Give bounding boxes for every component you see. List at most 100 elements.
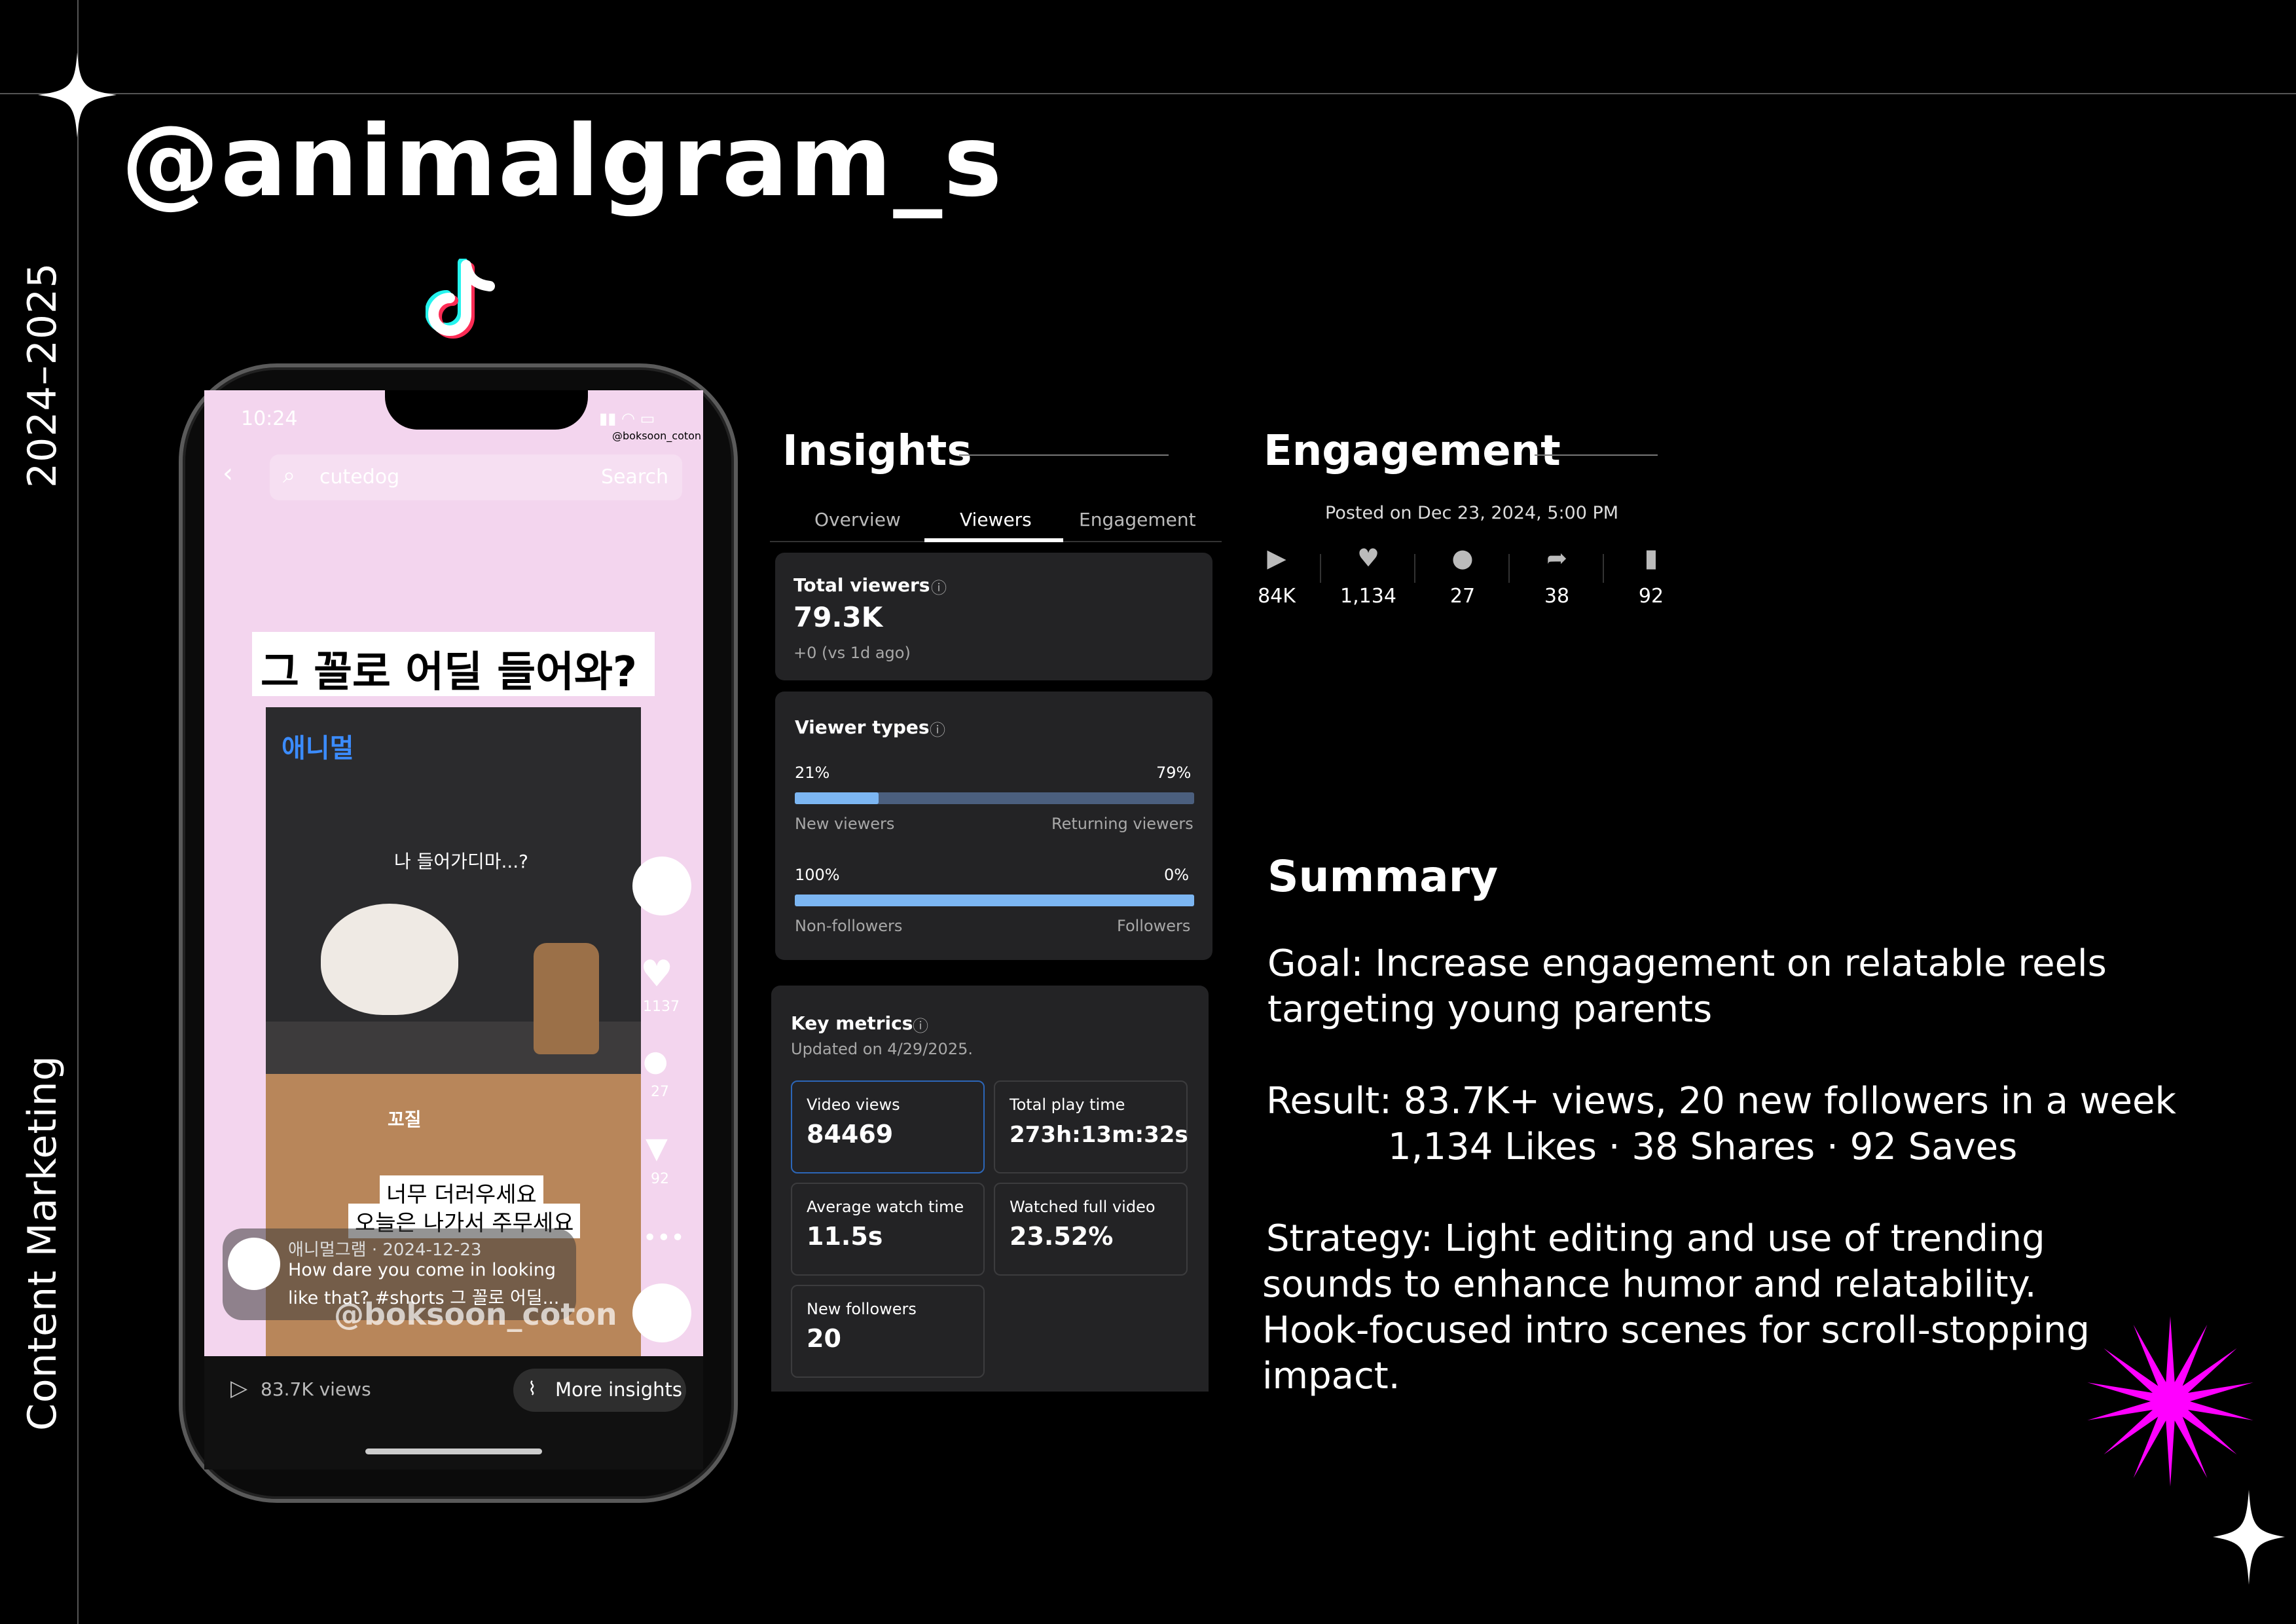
watermark-small: @boksoon_coton xyxy=(612,430,702,442)
music-disc[interactable] xyxy=(632,1283,691,1342)
summary-goal-2: targeting young parents xyxy=(1267,988,1713,1031)
watermark-big: @boksoon_coton xyxy=(334,1297,617,1332)
search-button[interactable]: Search xyxy=(601,466,668,489)
non-followers-bar xyxy=(795,895,1194,906)
total-viewers-label: Total viewers xyxy=(793,574,930,596)
back-icon[interactable]: ‹ xyxy=(223,458,233,489)
caption-meta: 애니멀그램 · 2024-12-23 xyxy=(288,1240,482,1260)
stat-divider xyxy=(1508,554,1510,583)
non-followers-pct: 100% xyxy=(795,866,840,884)
info-icon[interactable]: ⓘ xyxy=(931,575,947,598)
channel-logo: 애니멀 xyxy=(282,733,354,764)
years-label: 2024–2025 xyxy=(20,262,65,488)
search-icon: ⌕ xyxy=(283,462,296,489)
metric-label: Watched full video xyxy=(1010,1198,1156,1216)
more-icon[interactable]: ••• xyxy=(643,1225,685,1251)
dog-image xyxy=(321,904,458,1015)
metric-value: 20 xyxy=(807,1324,841,1353)
comment-icon: ● xyxy=(1451,544,1474,572)
total-viewers-delta: +0 (vs 1d ago) xyxy=(793,644,911,662)
play-icon: ▶ xyxy=(1267,544,1286,572)
engagement-rule xyxy=(1535,454,1658,456)
returning-viewers-label: Returning viewers xyxy=(1051,815,1194,833)
stat-divider xyxy=(1414,554,1415,583)
side-saves: 92 xyxy=(651,1171,669,1187)
new-viewers-label: New viewers xyxy=(795,815,895,833)
summary-result-2: 1,134 Likes · 38 Shares · 92 Saves xyxy=(1388,1126,2018,1168)
share-icon: ➦ xyxy=(1546,544,1567,572)
followers-pct: 0% xyxy=(1164,866,1190,884)
status-icons: ▮▮ ◠ ▭ xyxy=(599,409,655,428)
comment-icon[interactable]: ● xyxy=(643,1044,668,1078)
tab-overview[interactable]: Overview xyxy=(814,509,901,530)
sparkle-icon xyxy=(38,52,117,138)
key-metrics-updated: Updated on 4/29/2025. xyxy=(791,1040,973,1058)
headline-text: 그 꼴로 어딜 들어와? xyxy=(261,648,638,697)
heart-icon: ♥ xyxy=(1357,544,1380,572)
caption-line-1: How dare you come in looking xyxy=(288,1260,556,1280)
left-divider xyxy=(77,0,79,1624)
followers-label: Followers xyxy=(1117,917,1191,935)
side-likes: 1137 xyxy=(643,999,680,1015)
viewer-types-label: Viewer types xyxy=(795,716,930,738)
summary-heading: Summary xyxy=(1267,851,1499,902)
metric-label: Average watch time xyxy=(807,1198,964,1216)
metric-value: 273h:13m:32s xyxy=(1010,1122,1188,1148)
stat-divider xyxy=(1320,554,1321,583)
chart-icon: ⌇ xyxy=(528,1378,537,1399)
tiktok-logo-icon xyxy=(426,259,495,339)
category-label: Content Marketing xyxy=(20,1055,65,1431)
video-text-2: 꼬질 xyxy=(388,1109,422,1130)
info-icon-2[interactable]: ⓘ xyxy=(930,717,945,740)
engagement-heading: Engagement xyxy=(1264,427,1561,475)
views-count: 83.7K views xyxy=(261,1378,371,1400)
total-viewers-value: 79.3K xyxy=(793,601,883,633)
summary-strategy-4: impact. xyxy=(1262,1355,1400,1397)
metric-value: 23.52% xyxy=(1010,1222,1114,1251)
summary-strategy-2: sounds to enhance humor and relatability… xyxy=(1262,1263,2037,1306)
stat-shares: 38 xyxy=(1544,585,1570,608)
bookmark-icon[interactable]: ▼ xyxy=(646,1132,668,1165)
summary-result-1: Result: 83.7K+ views, 20 new followers i… xyxy=(1266,1080,2176,1122)
tab-underline xyxy=(924,538,1063,542)
stat-comments: 27 xyxy=(1449,585,1476,608)
phone-notch xyxy=(385,390,588,430)
caption-avatar xyxy=(228,1238,280,1290)
insights-heading: Insights xyxy=(782,427,972,475)
top-divider xyxy=(0,93,2296,94)
page-title: @animalgram_s xyxy=(121,105,1004,219)
metric-value: 11.5s xyxy=(807,1222,883,1251)
non-followers-label: Non-followers xyxy=(795,917,903,935)
info-icon-3[interactable]: ⓘ xyxy=(913,1013,928,1036)
tab-viewers[interactable]: Viewers xyxy=(960,509,1032,530)
home-indicator xyxy=(365,1449,542,1454)
metric-label: Total play time xyxy=(1010,1096,1125,1114)
insights-rule xyxy=(959,454,1169,456)
status-time: 10:24 xyxy=(241,407,298,430)
posted-date: Posted on Dec 23, 2024, 5:00 PM xyxy=(1325,503,1619,523)
summary-goal-1: Goal: Increase engagement on relatable r… xyxy=(1267,942,2107,985)
stat-likes: 1,134 xyxy=(1340,585,1396,608)
metric-value: 84469 xyxy=(807,1120,894,1149)
new-viewers-bar xyxy=(795,792,879,804)
boot-image xyxy=(534,943,599,1054)
stat-views: 84K xyxy=(1258,585,1296,608)
side-comments: 27 xyxy=(651,1084,669,1100)
bookmark-icon: ▮ xyxy=(1644,544,1658,572)
metric-label: New followers xyxy=(807,1300,917,1318)
sparkle-icon xyxy=(2213,1490,2285,1585)
play-outline-icon: ▷ xyxy=(230,1375,248,1401)
stat-divider xyxy=(1603,554,1604,583)
tab-engagement[interactable]: Engagement xyxy=(1079,509,1196,530)
creator-avatar[interactable] xyxy=(632,857,691,915)
heart-icon[interactable]: ♥ xyxy=(640,953,673,995)
summary-strategy-1: Strategy: Light editing and use of trend… xyxy=(1266,1217,2045,1260)
more-insights-label: More insights xyxy=(555,1378,682,1401)
metric-label: Video views xyxy=(807,1096,900,1114)
stat-saves: 92 xyxy=(1638,585,1664,608)
starburst-icon xyxy=(2087,1316,2253,1486)
key-metrics-label: Key metrics xyxy=(791,1012,913,1034)
new-viewers-pct: 21% xyxy=(795,764,830,782)
video-text-1: 나 들어가디마...? xyxy=(394,851,529,872)
returning-viewers-pct: 79% xyxy=(1156,764,1192,782)
